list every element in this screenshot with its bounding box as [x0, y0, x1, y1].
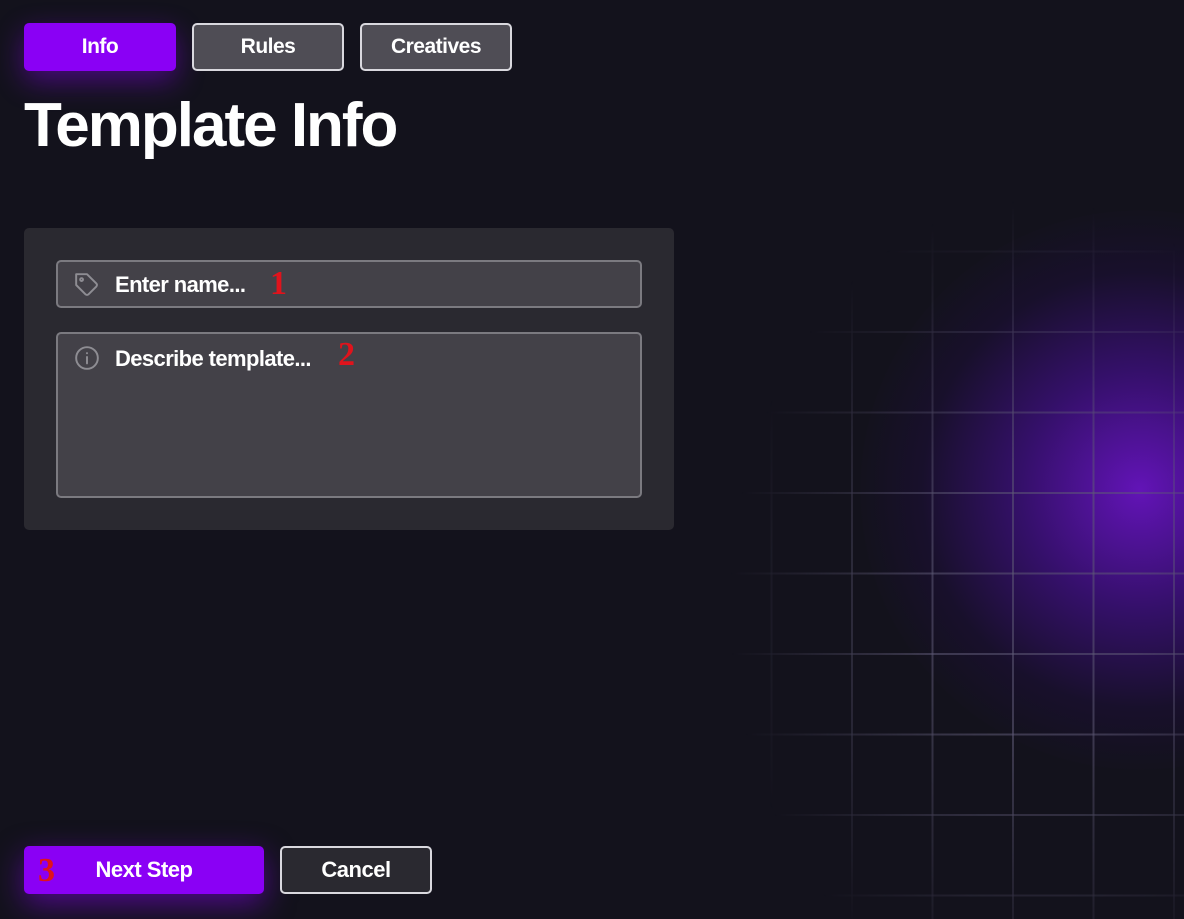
info-icon: [74, 345, 100, 371]
description-textarea[interactable]: Describe template... 2: [56, 332, 642, 498]
cancel-button[interactable]: Cancel: [280, 846, 432, 894]
tab-info[interactable]: Info: [24, 23, 176, 71]
background-grid: [690, 170, 1184, 919]
step-tabs: Info Rules Creatives: [24, 23, 512, 71]
tab-rules[interactable]: Rules: [192, 23, 344, 71]
annotation-marker-2: 2: [338, 336, 355, 373]
template-editor-page: Info Rules Creatives Template Info Enter…: [0, 0, 1184, 919]
name-input[interactable]: Enter name... 1: [56, 260, 642, 308]
name-placeholder: Enter name...: [115, 272, 246, 297]
page-title: Template Info: [24, 91, 398, 160]
template-form-card: Enter name... 1 Describe template... 2: [24, 228, 674, 530]
next-step-button[interactable]: 3 Next Step: [24, 846, 264, 894]
tag-icon: [74, 272, 100, 298]
background-glow: [860, 210, 1184, 770]
description-placeholder: Describe template...: [115, 346, 311, 371]
annotation-marker-1: 1: [270, 265, 287, 302]
tab-creatives[interactable]: Creatives: [360, 23, 512, 71]
next-step-label: Next Step: [95, 857, 193, 882]
